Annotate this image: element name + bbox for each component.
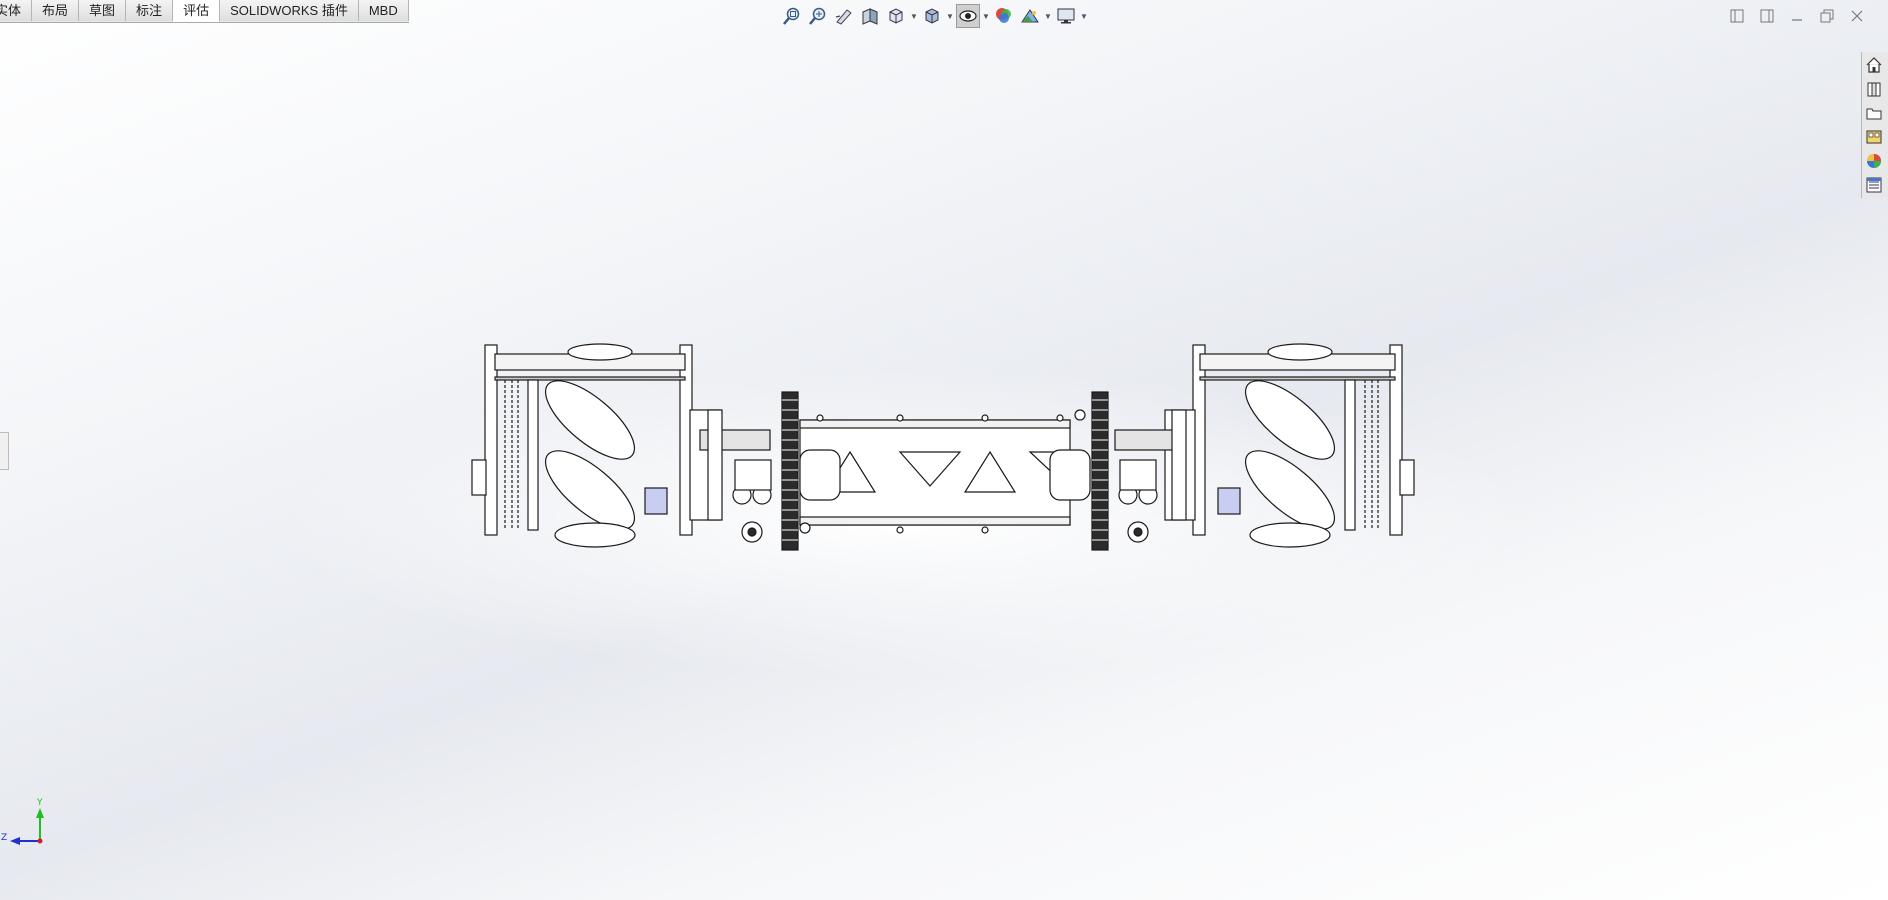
restore-icon[interactable] (1816, 5, 1838, 27)
right-gear (1091, 391, 1109, 551)
tab-evaluate[interactable]: 评估 (173, 0, 221, 22)
tile-left-icon[interactable] (1726, 5, 1748, 27)
chevron-down-icon[interactable]: ▼ (1080, 12, 1088, 21)
appearances-scenes-icon[interactable] (1862, 150, 1886, 172)
zoom-area-icon[interactable] (806, 4, 830, 28)
close-icon[interactable] (1846, 5, 1868, 27)
heads-up-view-toolbar: ▼ ▼ ▼ ▼ ▼ (780, 3, 1088, 29)
solidworks-resources-icon[interactable] (1862, 54, 1886, 76)
view-orientation-icon[interactable] (884, 4, 908, 28)
design-library-icon[interactable] (1862, 78, 1886, 100)
assembly-model[interactable] (460, 340, 1420, 570)
display-style-icon[interactable] (920, 4, 944, 28)
tab-solid[interactable]: 实体 (0, 0, 33, 21)
tile-right-icon[interactable] (1756, 5, 1778, 27)
apply-scene-icon[interactable] (1018, 4, 1042, 28)
feature-manager-collapse-handle[interactable] (0, 432, 9, 470)
task-pane-tabs (1861, 52, 1888, 198)
left-gear (781, 391, 799, 551)
view-settings-icon[interactable] (1054, 4, 1078, 28)
tab-layout[interactable]: 布局 (32, 0, 80, 21)
hide-show-items-icon[interactable] (956, 4, 980, 28)
chevron-down-icon[interactable]: ▼ (982, 12, 990, 21)
chevron-down-icon[interactable]: ▼ (1044, 12, 1052, 21)
tab-sketch[interactable]: 草图 (79, 0, 127, 21)
chevron-down-icon[interactable]: ▼ (946, 12, 954, 21)
right-motor (1049, 449, 1091, 501)
chevron-down-icon[interactable]: ▼ (910, 12, 918, 21)
command-manager-tabs: 实体 布局 草图 标注 评估 SOLIDWORKS 插件 MBD (0, 0, 409, 23)
tab-markup[interactable]: 标注 (126, 0, 174, 21)
tab-solidworks-addins[interactable]: SOLIDWORKS 插件 (220, 0, 359, 21)
previous-view-icon[interactable] (832, 4, 856, 28)
right-wheel-module (1114, 343, 1415, 548)
triad-z-label: Z (1, 833, 7, 843)
tab-mbd[interactable]: MBD (358, 0, 409, 21)
window-controls (1726, 5, 1868, 27)
minimize-icon[interactable] (1786, 5, 1808, 27)
reference-triad: Y Z (1, 798, 44, 845)
left-motor (799, 449, 841, 501)
section-view-icon[interactable] (858, 4, 882, 28)
view-palette-icon[interactable] (1862, 126, 1886, 148)
left-wheel-module (471, 343, 772, 548)
custom-properties-icon[interactable] (1862, 174, 1886, 196)
file-explorer-icon[interactable] (1862, 102, 1886, 124)
edit-appearance-icon[interactable] (992, 4, 1016, 28)
zoom-to-fit-icon[interactable] (780, 4, 804, 28)
triad-y-label: Y (36, 798, 43, 808)
